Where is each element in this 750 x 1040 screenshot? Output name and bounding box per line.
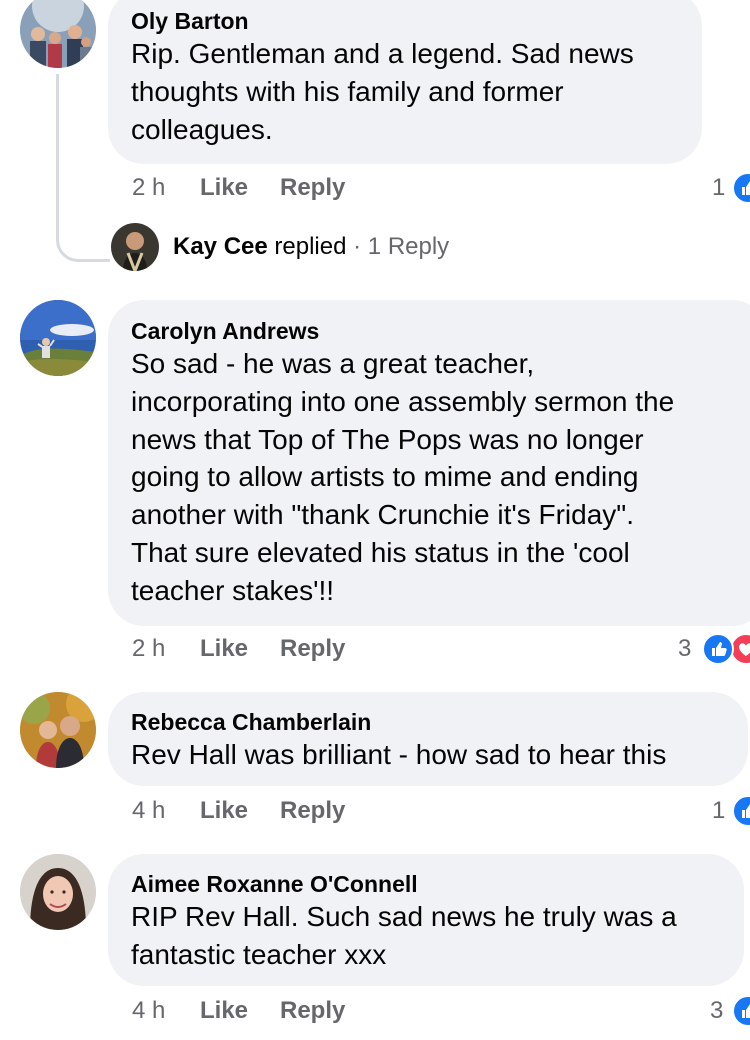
replied-label: replied [274, 233, 347, 260]
reaction-count: 1 [712, 797, 726, 824]
avatar-oly-barton[interactable] [20, 0, 96, 68]
reaction-count: 3 [678, 635, 692, 662]
like-button[interactable]: Like [200, 173, 248, 203]
comment-text: So sad - he was a great teacher, incorpo… [131, 348, 675, 606]
like-icon [732, 172, 750, 204]
avatar-photo-icon [20, 692, 96, 768]
like-icon [732, 995, 750, 1027]
like-icon [732, 795, 750, 827]
comment-bubble: Carolyn Andrews So sad - he was a great … [108, 300, 750, 626]
comment-text: Rip. Gentleman and a legend. Sad news th… [131, 38, 634, 145]
avatar-photo-icon [111, 223, 159, 271]
reply-count[interactable]: 1 Reply [368, 233, 449, 260]
avatar-rebecca-chamberlain[interactable] [20, 692, 96, 768]
commenter-name[interactable]: Oly Barton [131, 7, 680, 35]
like-button[interactable]: Like [200, 996, 248, 1026]
like-icon [702, 633, 734, 665]
comment-bubble: Oly Barton Rip. Gentleman and a legend. … [108, 0, 702, 164]
reply-thread-line [56, 74, 110, 262]
comment-text: RIP Rev Hall. Such sad news he truly was… [131, 901, 677, 970]
avatar-photo-icon [20, 854, 96, 930]
comment-text: Rev Hall was brilliant - how sad to hear… [131, 739, 667, 770]
commenter-name[interactable]: Rebecca Chamberlain [131, 708, 726, 736]
like-button[interactable]: Like [200, 796, 248, 826]
reply-button[interactable]: Reply [280, 996, 345, 1026]
avatar-carolyn-andrews[interactable] [20, 300, 96, 376]
avatar-photo-icon [20, 0, 96, 68]
separator-dot: · [353, 233, 362, 260]
reaction-count: 3 [710, 997, 724, 1024]
commenter-name[interactable]: Carolyn Andrews [131, 317, 746, 345]
comment-timestamp[interactable]: 4 h [132, 796, 165, 826]
commenter-name[interactable]: Aimee Roxanne O'Connell [131, 870, 722, 898]
like-button[interactable]: Like [200, 634, 248, 664]
comment-bubble: Rebecca Chamberlain Rev Hall was brillia… [108, 692, 748, 786]
reply-button[interactable]: Reply [280, 634, 345, 664]
avatar-kay-cee[interactable] [111, 223, 159, 271]
comment-timestamp[interactable]: 4 h [132, 996, 165, 1026]
comment-bubble: Aimee Roxanne O'Connell RIP Rev Hall. Su… [108, 854, 744, 986]
reply-button[interactable]: Reply [280, 173, 345, 203]
reply-button[interactable]: Reply [280, 796, 345, 826]
avatar-photo-icon [20, 300, 96, 376]
comment-timestamp[interactable]: 2 h [132, 634, 165, 664]
reaction-count: 1 [712, 174, 726, 201]
avatar-aimee-roxanne-oconnell[interactable] [20, 854, 96, 930]
comment-timestamp[interactable]: 2 h [132, 173, 165, 203]
view-replies-link[interactable]: Kay Cee replied · 1 Reply [173, 231, 449, 263]
reply-author-name[interactable]: Kay Cee [173, 233, 268, 260]
